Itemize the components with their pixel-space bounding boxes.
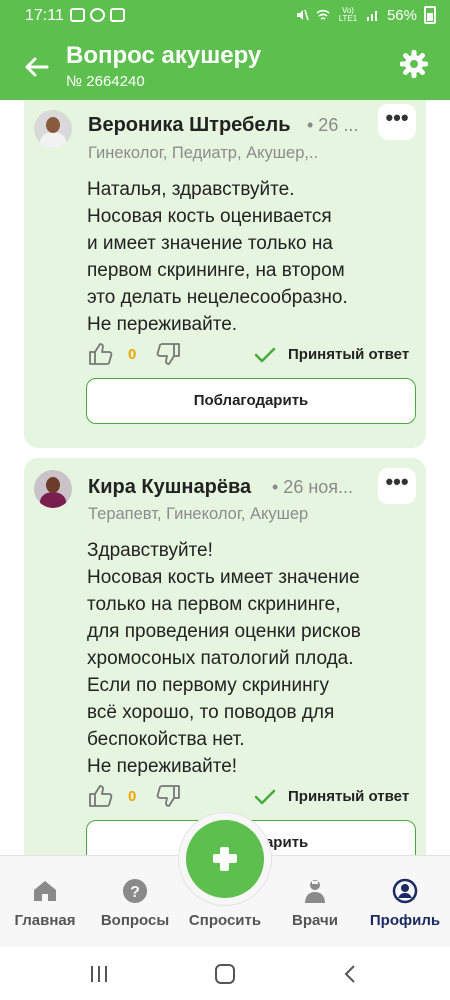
doctor-icon <box>305 880 325 903</box>
avatar[interactable] <box>34 470 72 508</box>
nav-item-questions[interactable]: ? Вопросы <box>90 856 180 948</box>
question-icon: ? <box>123 879 147 903</box>
thumbs-up-icon[interactable] <box>88 784 114 808</box>
nav-label: Врачи <box>292 912 338 929</box>
status-right: Vo) LTE1 56% <box>295 6 436 24</box>
app-notification-icon <box>110 8 125 22</box>
back-arrow-icon[interactable] <box>22 52 52 82</box>
accepted-answer-label: Принятый ответ <box>288 346 410 363</box>
check-icon <box>254 789 276 805</box>
more-options-button[interactable]: ••• <box>378 104 416 140</box>
battery-percent: 56% <box>386 6 417 24</box>
nav-label: Профиль <box>369 912 441 929</box>
signal-icon <box>366 11 377 21</box>
check-icon <box>254 347 276 363</box>
lte-label: Vo) LTE1 <box>338 6 358 23</box>
notification-icons <box>70 8 125 22</box>
nav-label: Вопросы <box>100 912 170 929</box>
nav-label: Главная <box>14 912 76 929</box>
doctor-name[interactable]: Вероника Штребель <box>88 114 291 137</box>
answer-text: Здравствуйте! Носовая кость имеет значен… <box>87 540 361 777</box>
answer-card: Кира Кушнарёва • 26 ноя... ••• Терапевт,… <box>24 458 426 855</box>
stroller-icon <box>90 8 105 22</box>
gallery-icon <box>70 8 85 22</box>
thumbs-down-icon[interactable] <box>155 342 181 366</box>
app-header: 17:11 Vo) LTE1 56% Вопрос акушеру № 2664… <box>0 0 450 100</box>
answer-card: Вероника Штребель • 26 ... ••• Гинеколог… <box>24 100 426 448</box>
toolbar: Вопрос акушеру № 2664240 <box>0 34 450 100</box>
page-title: Вопрос акушеру <box>66 42 262 69</box>
nav-label: Спросить <box>188 912 262 929</box>
system-navigation-bar <box>0 947 450 1000</box>
thank-button[interactable]: Поблагодарить <box>86 378 416 424</box>
thumbs-up-icon[interactable] <box>88 342 114 366</box>
gear-icon[interactable] <box>400 50 428 78</box>
more-options-button[interactable]: ••• <box>378 468 416 504</box>
nav-item-profile[interactable]: Профиль <box>360 856 450 948</box>
nav-item-doctors[interactable]: Врачи <box>270 856 360 948</box>
recent-apps-icon[interactable] <box>86 961 112 987</box>
accepted-answer-label: Принятый ответ <box>288 788 410 805</box>
answer-text: Наталья, здравствуйте. Носовая кость оце… <box>87 179 348 335</box>
mute-icon <box>296 9 309 21</box>
home-button-icon[interactable] <box>212 961 238 987</box>
avatar[interactable] <box>34 110 72 148</box>
nav-item-home[interactable]: Главная <box>0 856 90 948</box>
ask-question-plus-button[interactable] <box>186 820 264 898</box>
doctor-name[interactable]: Кира Кушнарёва <box>88 476 251 499</box>
like-count: 0 <box>128 346 137 363</box>
status-bar: 17:11 Vo) LTE1 56% <box>0 0 450 34</box>
wifi-icon <box>316 9 330 20</box>
doctor-specialties: Терапевт, Гинеколог, Акушер <box>88 505 309 523</box>
answer-date: • 26 ... <box>307 115 359 135</box>
profile-icon <box>392 878 418 904</box>
battery-icon <box>424 6 436 24</box>
system-back-icon[interactable] <box>338 961 364 987</box>
doctor-specialties: Гинеколог, Педиатр, Акушер,.. <box>88 144 319 162</box>
svg-text:?: ? <box>130 884 140 901</box>
answers-list[interactable]: Вероника Штребель • 26 ... ••• Гинеколог… <box>0 100 450 855</box>
question-number: № 2664240 <box>66 73 145 90</box>
like-count: 0 <box>128 788 137 805</box>
answer-date: • 26 ноя... <box>272 477 354 497</box>
thumbs-down-icon[interactable] <box>155 784 181 808</box>
home-icon <box>34 881 56 901</box>
status-time: 17:11 <box>25 7 64 24</box>
